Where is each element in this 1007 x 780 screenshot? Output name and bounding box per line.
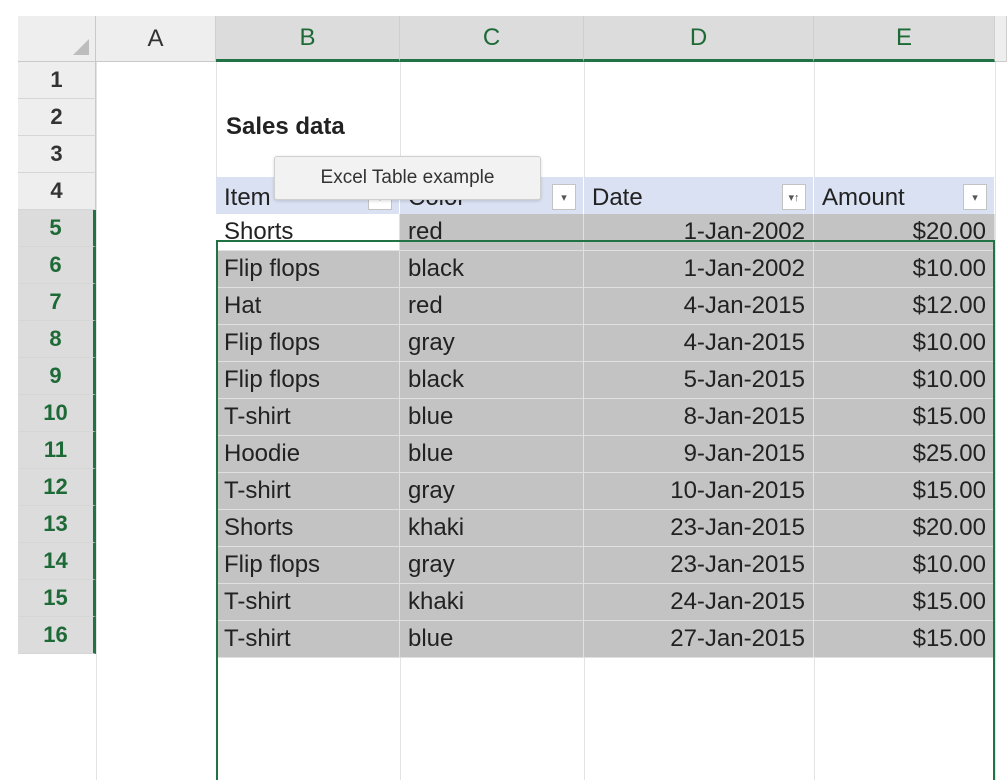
table-cell-amount[interactable]: $15.00 [814,621,995,658]
row-header-5[interactable]: 5 [18,210,96,247]
table-cell-date[interactable]: 27-Jan-2015 [584,621,814,658]
row-header-16[interactable]: 16 [18,617,96,654]
table-cell-date[interactable]: 9-Jan-2015 [584,436,814,473]
gridline-vertical [995,62,996,780]
table-cell-color[interactable]: blue [400,399,584,436]
table-cell-date[interactable]: 5-Jan-2015 [584,362,814,399]
top-margin [0,0,1007,10]
gridline-vertical [96,62,97,780]
table-cell-date[interactable]: 23-Jan-2015 [584,547,814,584]
table-cell-date[interactable]: 1-Jan-2002 [584,251,814,288]
left-margin [0,0,18,780]
table-cell-item[interactable]: Flip flops [216,325,400,362]
row-header-6[interactable]: 6 [18,247,96,284]
table-cell-amount[interactable]: $20.00 [814,510,995,547]
select-all-triangle-icon [73,39,89,55]
table-header-amount[interactable]: Amount ▾ [814,177,995,219]
sort-ascending-filter-icon: ▾↑ [788,191,800,204]
table-cell-item[interactable]: Flip flops [216,362,400,399]
row-header-15[interactable]: 15 [18,580,96,617]
row-header-1[interactable]: 1 [18,62,96,99]
table-cell-color[interactable]: gray [400,473,584,510]
table-cell-date[interactable]: 10-Jan-2015 [584,473,814,510]
row-header-7[interactable]: 7 [18,284,96,321]
table-cell-amount[interactable]: $15.00 [814,399,995,436]
table-header-label: Item [224,184,271,211]
table-cell-color[interactable]: red [400,288,584,325]
table-cell-amount[interactable]: $20.00 [814,214,995,251]
table-cell-amount[interactable]: $15.00 [814,584,995,621]
row-header-12[interactable]: 12 [18,469,96,506]
filter-button[interactable]: ▾ [552,184,576,210]
row-header-9[interactable]: 9 [18,358,96,395]
dropdown-arrow-icon: ▾ [561,191,567,204]
table-cell-color[interactable]: khaki [400,510,584,547]
table-cell-amount[interactable]: $15.00 [814,473,995,510]
column-header-b[interactable]: B [216,16,400,62]
row-header-8[interactable]: 8 [18,321,96,358]
sheet-title[interactable]: Sales data [226,113,345,141]
column-header-c[interactable]: C [400,16,584,62]
column-header-d[interactable]: D [584,16,814,62]
table-cell-item[interactable]: T-shirt [216,584,400,621]
table-cell-amount[interactable]: $12.00 [814,288,995,325]
table-cell-item[interactable]: T-shirt [216,621,400,658]
sort-filter-button[interactable]: ▾↑ [782,184,806,210]
table-cell-color[interactable]: red [400,214,584,251]
row-header-13[interactable]: 13 [18,506,96,543]
table-cell-item[interactable]: Shorts [216,214,400,251]
table-cell-date[interactable]: 1-Jan-2002 [584,214,814,251]
table-cell-item[interactable]: Shorts [216,510,400,547]
table-cell-color[interactable]: khaki [400,584,584,621]
table-cell-item[interactable]: Flip flops [216,547,400,584]
table-cell-color[interactable]: black [400,251,584,288]
row-header-4[interactable]: 4 [18,173,96,210]
table-cell-date[interactable]: 23-Jan-2015 [584,510,814,547]
row-header-2[interactable]: 2 [18,99,96,136]
table-cell-amount[interactable]: $10.00 [814,547,995,584]
column-header-e[interactable]: E [814,16,995,62]
table-cell-item[interactable]: Hat [216,288,400,325]
table-cell-date[interactable]: 4-Jan-2015 [584,288,814,325]
spreadsheet: ABCDE 1 2 3 4 5 6 7 8 9 10 11 12 13 14 15 16 Sales data… [0,0,1007,780]
table-cell-item[interactable]: T-shirt [216,473,400,510]
table-cell-color[interactable]: blue [400,436,584,473]
row-header-14[interactable]: 14 [18,543,96,580]
table-cell-amount[interactable]: $10.00 [814,251,995,288]
table-cell-color[interactable]: blue [400,621,584,658]
select-all-corner[interactable] [18,16,96,62]
table-cell-color[interactable]: gray [400,547,584,584]
row-header-3[interactable]: 3 [18,136,96,173]
column-header-a[interactable]: A [96,16,216,62]
dropdown-arrow-icon: ▾ [972,191,978,204]
table-cell-amount[interactable]: $10.00 [814,325,995,362]
row-header-10[interactable]: 10 [18,395,96,432]
table-header-date[interactable]: Date ▾↑ [584,177,814,219]
table-cell-color[interactable]: gray [400,325,584,362]
table-cell-item[interactable]: T-shirt [216,399,400,436]
row-header-11[interactable]: 11 [18,432,96,469]
table-header-label: Amount [822,184,905,211]
table-cell-amount[interactable]: $10.00 [814,362,995,399]
table-cell-date[interactable]: 4-Jan-2015 [584,325,814,362]
table-name-tooltip: Excel Table example [274,156,541,200]
table-cell-date[interactable]: 8-Jan-2015 [584,399,814,436]
table-cell-item[interactable]: Flip flops [216,251,400,288]
table-cell-date[interactable]: 24-Jan-2015 [584,584,814,621]
table-cell-color[interactable]: black [400,362,584,399]
column-header-next[interactable] [995,16,1007,62]
filter-button[interactable]: ▾ [963,184,987,210]
table-cell-amount[interactable]: $25.00 [814,436,995,473]
table-header-label: Date [592,184,643,211]
table-cell-item[interactable]: Hoodie [216,436,400,473]
